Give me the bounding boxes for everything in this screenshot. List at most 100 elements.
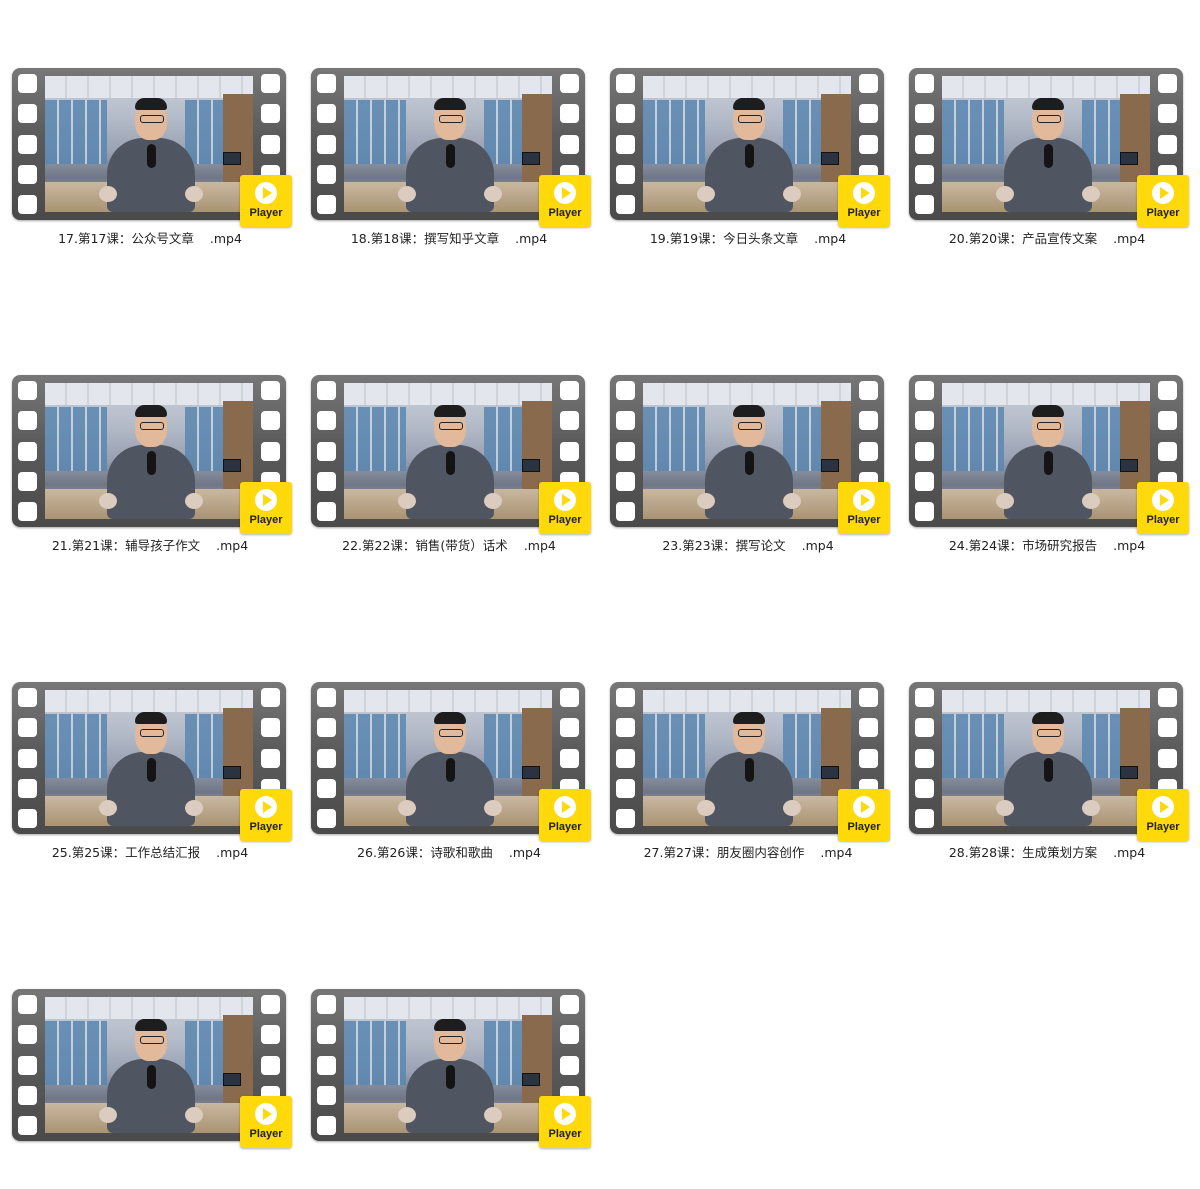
video-file-item[interactable]: Player 21.第21课：辅导孩子作文 .mp4	[0, 375, 292, 575]
film-hole	[616, 778, 635, 798]
file-name: 27.第27课：朋友圈内容创作 .mp4	[598, 842, 898, 861]
film-hole	[18, 1025, 37, 1045]
film-hole	[1158, 411, 1177, 431]
film-perforations-left	[915, 381, 934, 521]
film-hole	[616, 441, 635, 461]
film-hole	[859, 134, 878, 154]
file-grid: Player 17.第17课：公众号文章 .mp4 Player 18.第18课…	[0, 0, 1200, 1148]
film-perforations-left	[317, 74, 336, 214]
player-label: Player	[1146, 514, 1180, 526]
presenter-figure	[697, 712, 801, 826]
play-icon	[853, 489, 875, 511]
film-hole	[317, 195, 336, 214]
video-file-item[interactable]: Player 25.第25课：工作总结汇报 .mp4	[0, 682, 292, 882]
film-hole	[18, 411, 37, 431]
file-title: 17.第17课：公众号文章	[58, 231, 194, 246]
video-file-item[interactable]: Player 18.第18课：撰写知乎文章 .mp4	[299, 68, 591, 268]
film-hole	[915, 778, 934, 798]
play-icon	[1152, 182, 1174, 204]
file-title: 21.第21课：辅导孩子作文	[51, 538, 201, 553]
video-frame-preview	[942, 76, 1150, 212]
film-hole	[859, 104, 878, 124]
video-frame-preview	[643, 690, 851, 826]
film-hole	[859, 748, 878, 768]
film-hole	[915, 381, 934, 400]
video-file-item[interactable]: Player 22.第22课：销售(带货）话术 .mp4	[299, 375, 591, 575]
film-hole	[317, 74, 336, 93]
file-title: 28.第28课：生成策划方案	[948, 845, 1098, 860]
video-frame-preview	[344, 383, 552, 519]
video-frame-preview	[942, 383, 1150, 519]
film-hole	[859, 441, 878, 461]
file-name: 24.第24课：市场研究报告 .mp4	[897, 535, 1197, 554]
play-icon	[255, 489, 277, 511]
video-file-item[interactable]: Player 26.第26课：诗歌和歌曲 .mp4	[299, 682, 591, 882]
file-name: 19.第19课：今日头条文章 .mp4	[598, 228, 898, 247]
film-hole	[915, 411, 934, 431]
film-hole	[261, 1055, 280, 1075]
film-hole	[915, 748, 934, 768]
film-hole	[18, 718, 37, 738]
film-hole	[261, 688, 280, 707]
film-hole	[317, 718, 336, 738]
film-hole	[317, 1025, 336, 1045]
film-hole	[18, 1055, 37, 1075]
film-hole	[915, 164, 934, 184]
film-hole	[1158, 718, 1177, 738]
play-icon	[853, 182, 875, 204]
film-hole	[18, 195, 37, 214]
film-hole	[317, 164, 336, 184]
film-hole	[261, 381, 280, 400]
player-badge: Player	[539, 789, 591, 841]
video-file-item[interactable]: Player 23.第23课：撰写论文 .mp4	[598, 375, 890, 575]
player-badge: Player	[838, 789, 890, 841]
film-hole	[1158, 748, 1177, 768]
film-hole	[859, 718, 878, 738]
video-file-item[interactable]: Player 20.第20课：产品宣传文案 .mp4	[897, 68, 1189, 268]
presenter-figure	[99, 405, 203, 519]
presenter-figure	[398, 98, 502, 212]
film-hole	[18, 748, 37, 768]
file-extension: .mp4	[508, 845, 541, 860]
video-file-item[interactable]: Player 19.第19课：今日头条文章 .mp4	[598, 68, 890, 268]
film-hole	[18, 688, 37, 707]
player-badge: Player	[240, 175, 292, 227]
file-title: 22.第22课：销售(带货）话术	[342, 538, 508, 553]
film-hole	[915, 688, 934, 707]
file-name: 26.第26课：诗歌和歌曲 .mp4	[299, 842, 599, 861]
video-frame-preview	[942, 690, 1150, 826]
player-badge: Player	[1137, 789, 1189, 841]
video-file-item[interactable]: Player	[0, 989, 292, 1189]
film-hole	[18, 74, 37, 93]
play-icon	[554, 796, 576, 818]
player-badge: Player	[240, 789, 292, 841]
video-file-item[interactable]: Player	[299, 989, 591, 1189]
film-hole	[915, 718, 934, 738]
film-hole	[560, 1055, 579, 1075]
video-frame-preview	[344, 997, 552, 1133]
film-hole	[859, 411, 878, 431]
video-file-item[interactable]: Player 27.第27课：朋友圈内容创作 .mp4	[598, 682, 890, 882]
presenter-figure	[99, 712, 203, 826]
play-icon	[1152, 489, 1174, 511]
film-hole	[317, 688, 336, 707]
player-badge: Player	[240, 1096, 292, 1148]
film-hole	[616, 195, 635, 214]
file-extension: .mp4	[801, 538, 834, 553]
video-file-item[interactable]: Player 17.第17课：公众号文章 .mp4	[0, 68, 292, 268]
film-hole	[317, 381, 336, 400]
film-hole	[616, 164, 635, 184]
film-perforations-left	[18, 381, 37, 521]
player-badge: Player	[539, 1096, 591, 1148]
film-hole	[261, 104, 280, 124]
video-file-item[interactable]: Player 28.第28课：生成策划方案 .mp4	[897, 682, 1189, 882]
film-hole	[616, 104, 635, 124]
film-hole	[560, 74, 579, 93]
film-hole	[616, 748, 635, 768]
video-file-item[interactable]: Player 24.第24课：市场研究报告 .mp4	[897, 375, 1189, 575]
film-hole	[560, 718, 579, 738]
film-hole	[18, 381, 37, 400]
file-title: 25.第25课：工作总结汇报	[51, 845, 201, 860]
file-name: 25.第25课：工作总结汇报 .mp4	[0, 842, 300, 861]
film-hole	[18, 441, 37, 461]
